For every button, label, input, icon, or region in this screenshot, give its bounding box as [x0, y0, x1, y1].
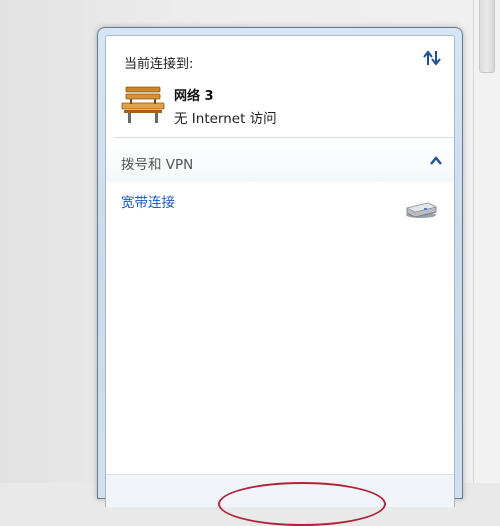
- network-name: 网络 3: [174, 89, 214, 104]
- scrollbar-thumb[interactable]: [479, 0, 495, 73]
- network-status: 无 Internet 访问: [174, 111, 277, 127]
- section-title: 拨号和 VPN: [121, 157, 194, 173]
- right-scroll-area: [473, 0, 500, 483]
- current-connection-label: 当前连接到:: [124, 57, 194, 72]
- broadband-connection-link[interactable]: 宽带连接: [121, 191, 175, 211]
- park-bench-icon: [121, 86, 165, 123]
- dialup-vpn-section-header[interactable]: 拨号和 VPN: [106, 139, 454, 182]
- network-flyout: 当前连接到: 网络 3 无 Internet 访问 拨号和 VPN 宽带连接: [97, 27, 463, 526]
- modem-icon: [406, 202, 437, 218]
- refresh-icon[interactable]: [422, 49, 442, 67]
- annotation-ellipse: [218, 482, 386, 526]
- chevron-up-icon[interactable]: [430, 156, 442, 166]
- divider: [114, 137, 454, 138]
- network-panel: 当前连接到: 网络 3 无 Internet 访问 拨号和 VPN 宽带连接: [105, 35, 455, 526]
